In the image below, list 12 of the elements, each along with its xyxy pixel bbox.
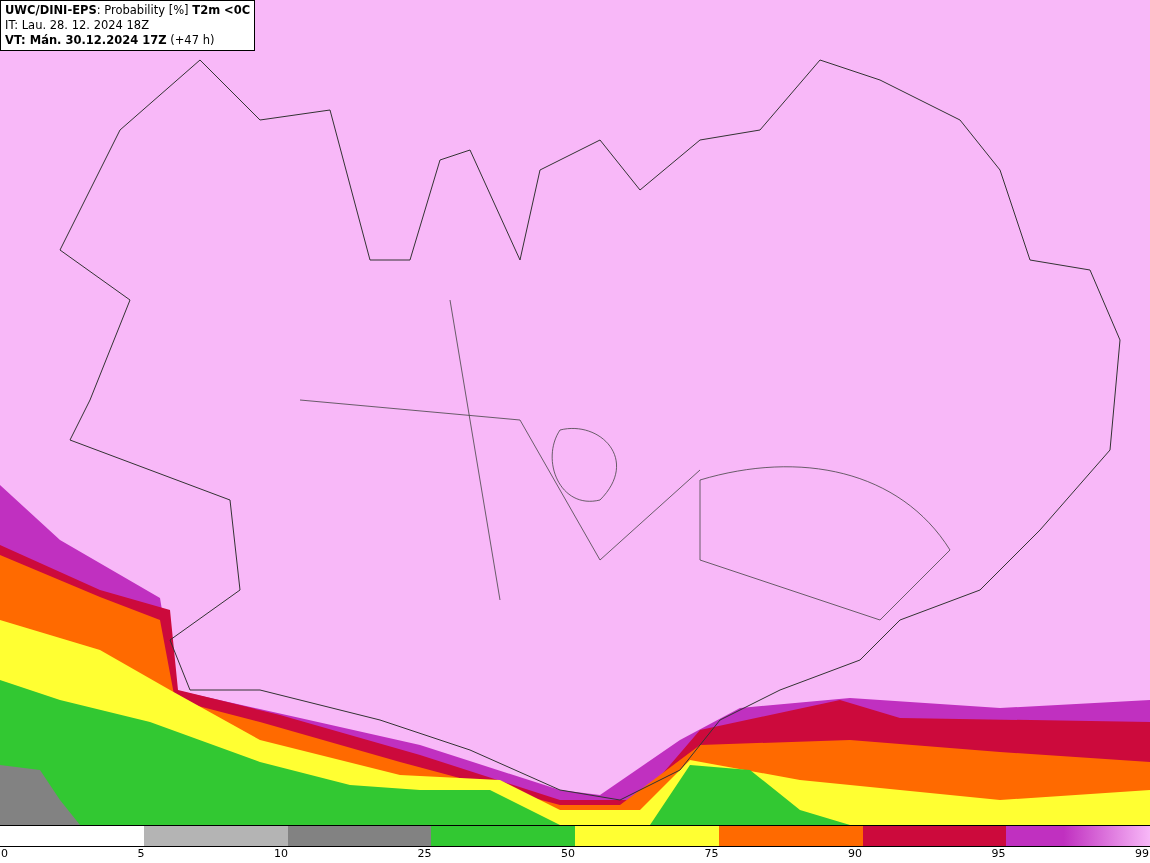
info-text: VT: Mán. 30.12.2024 17Z (+47 h) [5, 33, 216, 48]
legend-label: 90 [848, 847, 862, 861]
info-text: UWC/DINI-EPS: Probability [%] T2m <0C [5, 3, 251, 18]
legend-label: 25 [417, 847, 432, 861]
legend-label: 10 [274, 847, 288, 861]
legend-label: 50 [561, 847, 575, 861]
legend-label: 95 [991, 847, 1006, 861]
legend-label: 5 [137, 847, 145, 861]
legend-label: 0 [1, 847, 8, 861]
legend-label: 75 [704, 847, 719, 861]
legend-label: 99 [1135, 847, 1149, 861]
info-text: IT: Lau. 28. 12. 2024 18Z [5, 18, 151, 33]
